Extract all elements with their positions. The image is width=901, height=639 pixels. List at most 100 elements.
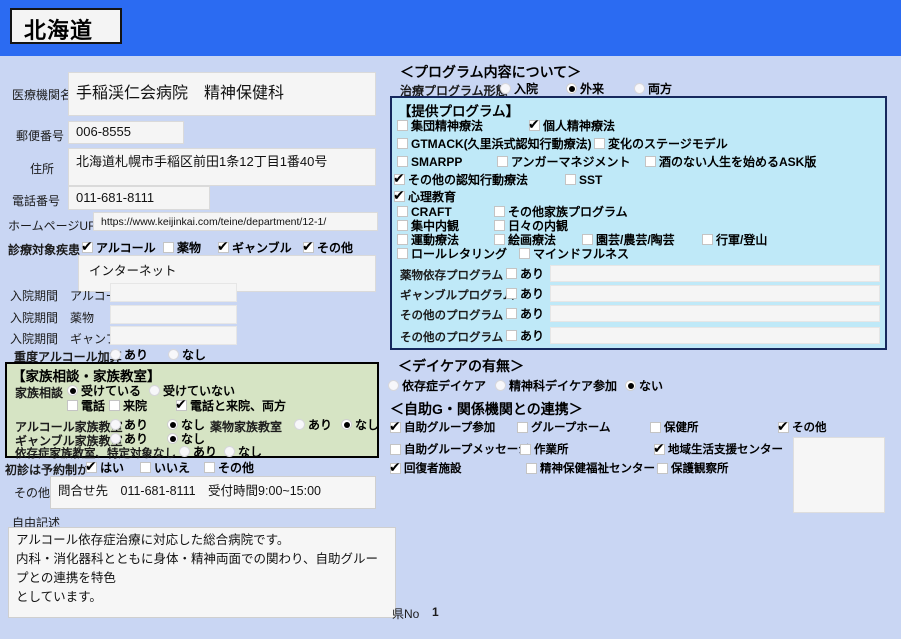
radio-icon[interactable] xyxy=(341,419,352,430)
checkbox-icon[interactable] xyxy=(389,460,401,474)
daycare-none[interactable]: ない xyxy=(625,379,663,393)
radio-icon[interactable] xyxy=(167,433,178,444)
address-field[interactable]: 北海道札幌市手稲区前田1条12丁目1番40号 xyxy=(68,148,376,186)
program-item-individual-psychotherapy[interactable]: 個人精神療法 xyxy=(528,117,615,133)
program-item-smarpp[interactable]: SMARPP xyxy=(397,155,462,169)
radio-icon[interactable] xyxy=(110,349,121,360)
severe-addition-yes[interactable]: あり xyxy=(110,348,148,362)
drug-class-no[interactable]: なし xyxy=(341,418,379,432)
free-note-field[interactable]: アルコール依存症治療に対応した総合病院です。 内科・消化器科とともに身体・精神両… xyxy=(8,527,396,618)
first-visit-other[interactable]: その他 xyxy=(204,461,254,475)
checkbox-icon[interactable] xyxy=(204,462,215,473)
consult-method-visit[interactable]: 来院 xyxy=(109,399,147,413)
radio-icon[interactable] xyxy=(294,419,305,430)
coop-community-support-center[interactable]: 地域生活支援センター xyxy=(653,441,783,457)
coop-self-help-group[interactable]: 自助グループ参加 xyxy=(389,419,495,435)
coop-group-home[interactable]: グループホーム xyxy=(517,421,610,435)
checkbox-icon[interactable] xyxy=(163,242,174,253)
first-visit-yes[interactable]: はい xyxy=(85,459,124,475)
checkbox-icon[interactable] xyxy=(494,220,505,231)
checkbox-icon[interactable] xyxy=(109,400,120,411)
program-item-gtmack[interactable]: GTMACK(久里浜式認知行動療法) xyxy=(397,137,592,151)
institution-name-field[interactable]: 手稲渓仁会病院 精神保健科 xyxy=(68,72,376,116)
coop-other-detail-field[interactable] xyxy=(793,437,885,513)
checkbox-icon[interactable] xyxy=(397,120,408,131)
radio-icon[interactable] xyxy=(634,83,645,94)
drug-program-field[interactable] xyxy=(550,265,880,282)
stay-drug-field[interactable] xyxy=(110,305,237,324)
checkbox-icon[interactable] xyxy=(594,138,605,149)
program-item-hiking[interactable]: 行軍/登山 xyxy=(702,233,767,247)
consult-method-phone[interactable]: 電話 xyxy=(67,399,105,413)
checkbox-icon[interactable] xyxy=(67,400,78,411)
checkbox-icon[interactable] xyxy=(657,463,668,474)
disease-option-drug[interactable]: 薬物 xyxy=(163,241,201,255)
radio-icon[interactable] xyxy=(110,419,121,430)
checkbox-icon[interactable] xyxy=(506,268,517,279)
coop-mental-health-welfare-center[interactable]: 精神保健福祉センター xyxy=(526,462,655,476)
checkbox-icon[interactable] xyxy=(653,441,665,455)
gambling-program-ari[interactable]: あり xyxy=(506,287,544,301)
checkbox-icon[interactable] xyxy=(393,171,405,185)
disease-option-other[interactable]: その他 xyxy=(302,239,353,255)
radio-icon[interactable] xyxy=(110,433,121,444)
checkbox-icon[interactable] xyxy=(519,248,530,259)
program-form-both[interactable]: 両方 xyxy=(634,82,672,96)
coop-probation-office[interactable]: 保護観察所 xyxy=(657,462,729,476)
radio-icon[interactable] xyxy=(495,380,506,391)
radio-icon[interactable] xyxy=(388,380,399,391)
general-class-no[interactable]: なし xyxy=(224,445,262,459)
checkbox-icon[interactable] xyxy=(702,234,713,245)
drug-class-yes[interactable]: あり xyxy=(294,418,332,432)
checkbox-icon[interactable] xyxy=(397,156,408,167)
radio-icon[interactable] xyxy=(149,385,160,396)
consult-method-both[interactable]: 電話と来院、両方 xyxy=(175,397,286,413)
daycare-addiction[interactable]: 依存症デイケア xyxy=(388,379,486,393)
radio-icon[interactable] xyxy=(500,83,511,94)
radio-icon[interactable] xyxy=(67,385,78,396)
checkbox-icon[interactable] xyxy=(397,234,408,245)
checkbox-icon[interactable] xyxy=(397,206,408,217)
checkbox-icon[interactable] xyxy=(517,422,528,433)
severe-addition-no[interactable]: なし xyxy=(168,348,206,362)
coop-health-center[interactable]: 保健所 xyxy=(650,421,699,435)
homepage-url-field[interactable]: https://www.keijinkai.com/teine/departme… xyxy=(93,212,378,231)
checkbox-icon[interactable] xyxy=(175,397,187,411)
checkbox-icon[interactable] xyxy=(526,463,537,474)
checkbox-icon[interactable] xyxy=(506,330,517,341)
checkbox-icon[interactable] xyxy=(650,422,661,433)
program-item-horticulture[interactable]: 園芸/農芸/陶芸 xyxy=(582,233,675,247)
program-item-exercise-therapy[interactable]: 運動療法 xyxy=(397,233,459,247)
checkbox-icon[interactable] xyxy=(777,419,789,433)
checkbox-icon[interactable] xyxy=(389,419,401,433)
checkbox-icon[interactable] xyxy=(302,239,314,253)
checkbox-icon[interactable] xyxy=(140,462,151,473)
program-item-anger-management[interactable]: アンガーマネジメント xyxy=(497,155,631,169)
coop-self-help-message[interactable]: 自助グループメッセージ xyxy=(390,443,530,457)
general-class-yes[interactable]: あり xyxy=(179,445,217,459)
checkbox-icon[interactable] xyxy=(81,239,93,253)
coop-other[interactable]: その他 xyxy=(777,419,827,435)
coop-recovery-facility[interactable]: 回復者施設 xyxy=(389,460,462,476)
gambling-class-no[interactable]: なし xyxy=(167,432,205,446)
radio-icon[interactable] xyxy=(167,419,178,430)
program-item-mindfulness[interactable]: マインドフルネス xyxy=(519,247,629,261)
alcohol-class-no[interactable]: なし xyxy=(167,418,205,432)
family-consult-no[interactable]: 受けていない xyxy=(149,384,235,398)
program-item-role-lettering[interactable]: ロールレタリング xyxy=(397,247,507,261)
checkbox-icon[interactable] xyxy=(494,206,505,217)
other-program-1-field[interactable] xyxy=(550,305,880,322)
contact-other-field[interactable]: 問合せ先 011-681-8111 受付時間9:00~15:00 xyxy=(50,476,376,509)
stay-gambling-field[interactable] xyxy=(110,326,237,345)
other-program-1-ari[interactable]: あり xyxy=(506,307,544,321)
checkbox-icon[interactable] xyxy=(582,234,593,245)
first-visit-no[interactable]: いいえ xyxy=(140,461,190,475)
program-item-group-psychotherapy[interactable]: 集団精神療法 xyxy=(397,119,483,133)
phone-field[interactable]: 011-681-8111 xyxy=(68,186,210,210)
radio-icon[interactable] xyxy=(224,446,235,457)
radio-icon[interactable] xyxy=(625,380,636,391)
program-item-other-cbt[interactable]: その他の認知行動療法 xyxy=(393,171,528,187)
checkbox-icon[interactable] xyxy=(217,239,229,253)
program-item-ask-version[interactable]: 酒のない人生を始めるASK版 xyxy=(645,155,816,169)
checkbox-icon[interactable] xyxy=(397,220,408,231)
